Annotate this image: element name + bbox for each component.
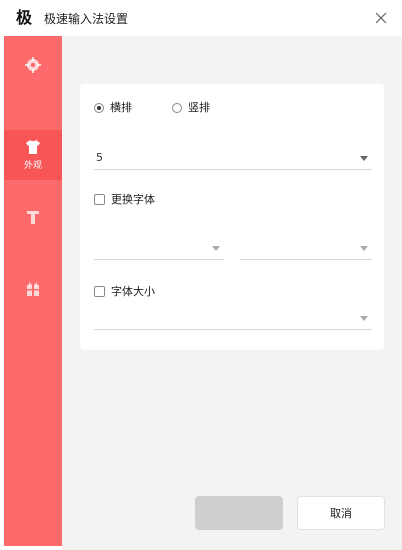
chevron-down-icon: [212, 246, 220, 251]
settings-card: 横排 竖排 5 更换字体 字体大小: [80, 84, 384, 350]
shirt-icon: [26, 140, 40, 154]
sidebar-item-about[interactable]: [4, 272, 62, 322]
english-font-select[interactable]: [240, 236, 372, 260]
window-title: 极速输入法设置: [44, 12, 129, 26]
candidate-count-select[interactable]: 5: [94, 146, 372, 170]
sidebar-item-appearance[interactable]: 外观: [4, 130, 62, 180]
radio-label: 横排: [110, 101, 132, 114]
ok-button[interactable]: [195, 496, 283, 530]
radio-circle: [94, 103, 104, 113]
sidebar: 外观: [4, 36, 62, 546]
gift-icon: [27, 282, 39, 296]
checkbox-box: [94, 194, 105, 205]
font-icon: [27, 211, 39, 224]
change-font-checkbox[interactable]: 更换字体: [94, 192, 214, 208]
content-panel: 横排 竖排 5 更换字体 字体大小 取消: [62, 36, 402, 550]
chevron-down-icon: [360, 316, 368, 321]
chinese-font-select[interactable]: [94, 236, 224, 260]
cancel-button[interactable]: 取消: [297, 496, 385, 530]
candidate-count-value: 5: [96, 151, 103, 164]
close-icon: [375, 12, 387, 24]
radio-circle: [172, 103, 182, 113]
chevron-down-icon: [360, 156, 368, 161]
sidebar-item-font[interactable]: [4, 200, 62, 250]
sidebar-item-label: 外观: [23, 161, 42, 171]
font-size-select[interactable]: [94, 306, 372, 330]
sidebar-item-general[interactable]: [4, 48, 62, 98]
title-bar: 极 极速输入法设置: [0, 0, 402, 36]
close-button[interactable]: [372, 9, 390, 27]
radio-vertical[interactable]: 竖排: [172, 100, 252, 116]
checkbox-box: [94, 286, 105, 297]
font-size-checkbox[interactable]: 字体大小: [94, 284, 214, 300]
checkbox-label: 更换字体: [111, 193, 155, 206]
checkbox-label: 字体大小: [111, 285, 155, 298]
chevron-down-icon: [360, 246, 368, 251]
radio-horizontal[interactable]: 横排: [94, 100, 174, 116]
gear-icon: [25, 57, 41, 73]
radio-label: 竖排: [188, 101, 210, 114]
app-logo: 极: [16, 8, 33, 27]
